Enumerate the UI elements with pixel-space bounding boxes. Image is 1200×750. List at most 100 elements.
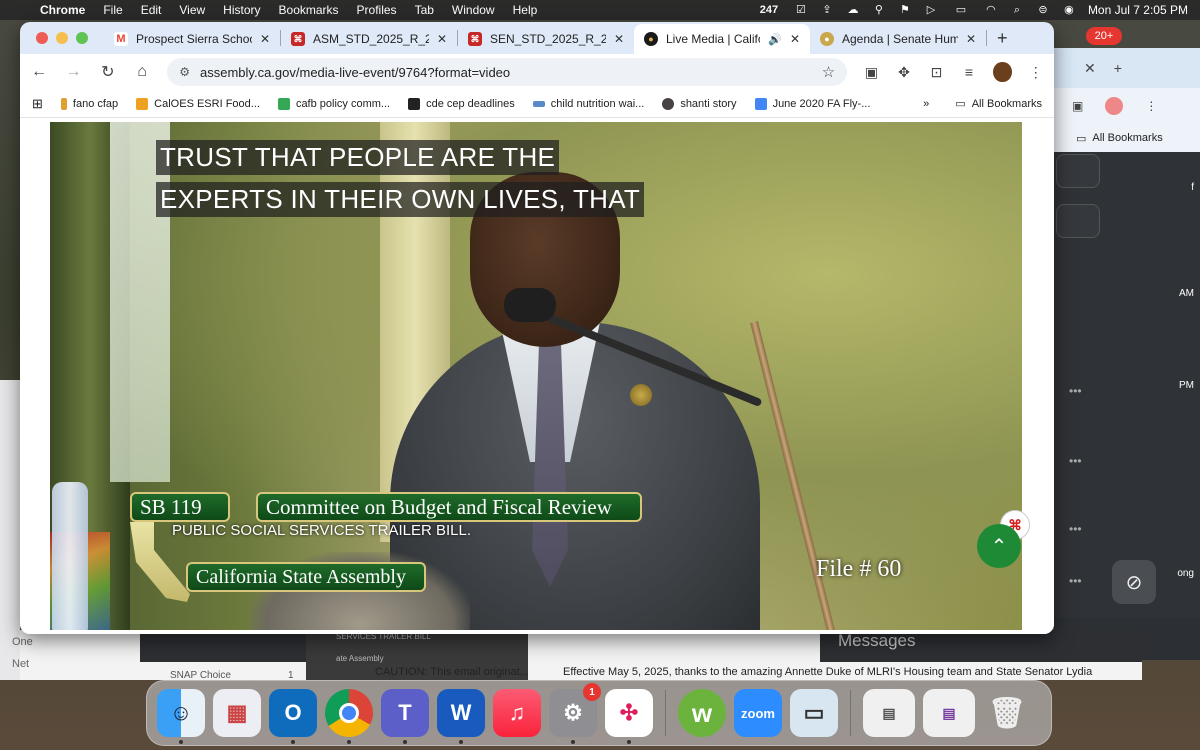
page-content: TRUST THAT PEOPLE ARE THE EXPERTS IN THE… [20, 118, 1054, 634]
bookmark-item[interactable]: cde cep deadlines [408, 97, 515, 110]
bg-dots-icon[interactable]: ••• [1069, 574, 1082, 588]
window-thumbnail-icon[interactable]: ▤ [923, 689, 975, 737]
scroll-to-top-button[interactable]: ⌃ [977, 524, 1021, 568]
zoom-icon[interactable]: zoom [734, 689, 782, 737]
tray-network-icon[interactable]: ⚲ [872, 4, 886, 16]
bg-badge-icon[interactable] [1105, 97, 1124, 115]
puzzle-extensions-icon[interactable]: ✥ [896, 64, 912, 81]
extension-icon[interactable]: ▣ [863, 64, 879, 81]
bg-lens-icon[interactable]: ▣ [1072, 99, 1083, 113]
bookmark-item[interactable]: shanti story [662, 97, 737, 110]
bookmark-star-icon[interactable]: ☆ [822, 63, 835, 81]
bg-all-bookmarks[interactable]: All Bookmarks [1092, 132, 1162, 144]
launchpad-icon[interactable]: ▦ [213, 689, 261, 737]
menu-history[interactable]: History [223, 3, 260, 17]
close-tab-icon[interactable]: ✕ [790, 32, 800, 46]
webex-icon[interactable]: w [678, 689, 726, 737]
menu-bookmarks[interactable]: Bookmarks [279, 3, 339, 17]
bg-dots-icon[interactable]: ••• [1069, 454, 1082, 468]
system-settings-icon[interactable]: ⚙ 1 [549, 683, 601, 744]
tray-location-icon[interactable]: ⚑ [898, 4, 912, 16]
tab-gmail[interactable]: M Prospect Sierra School in ✕ [104, 24, 280, 54]
reading-list-icon[interactable]: ≡ [961, 64, 977, 80]
menu-help[interactable]: Help [513, 3, 538, 17]
forward-icon[interactable]: → [64, 63, 82, 81]
slack-icon[interactable]: ✣ [605, 689, 653, 744]
close-tab-icon[interactable]: ✕ [437, 32, 447, 46]
bookmark-item[interactable]: fano cfap [60, 97, 118, 110]
bg-dots-icon[interactable]: ••• [1069, 384, 1082, 398]
sheets-plus-icon [277, 97, 290, 110]
minimize-window-button[interactable] [56, 32, 68, 44]
reload-icon[interactable]: ↻ [99, 62, 117, 82]
bookmark-item[interactable]: CalOES ESRI Food... [136, 97, 260, 110]
tray-checkbox-icon[interactable]: ☑ [794, 4, 808, 16]
close-tab-icon[interactable]: ✕ [966, 32, 976, 46]
bg-close-icon[interactable]: ✕ [1084, 60, 1096, 77]
tab-sen-pdf[interactable]: ⌘ SEN_STD_2025_R_2025 ✕ [458, 24, 634, 54]
close-tab-icon[interactable]: ✕ [260, 32, 270, 46]
profile-avatar[interactable] [993, 62, 1012, 82]
finder-icon[interactable]: ☺ [157, 689, 205, 744]
tray-share-icon[interactable]: ⇪ [820, 4, 834, 16]
preview-icon[interactable]: ▭ [790, 689, 838, 737]
zoom-window-button[interactable] [76, 32, 88, 44]
tray-play-icon[interactable]: ▷ [924, 4, 938, 16]
close-window-button[interactable] [36, 32, 48, 44]
address-bar[interactable]: ⚙ assembly.ca.gov/media-live-event/9764?… [167, 58, 848, 86]
menu-more-icon[interactable]: ⋮ [1028, 64, 1044, 81]
bg-email-preview-2[interactable]: Effective May 5, 2025, thanks to the ama… [563, 666, 1092, 678]
music-icon[interactable]: ♫ [493, 689, 541, 737]
window-thumbnail-icon[interactable]: ▤ [863, 689, 915, 737]
bookmark-item[interactable]: June 2020 FA Fly-... [754, 97, 870, 110]
teams-icon[interactable]: T [381, 689, 429, 744]
bookmark-item[interactable]: cafb policy comm... [277, 97, 390, 110]
more-bookmarks-button[interactable]: » [923, 98, 929, 110]
battery-icon[interactable]: ▭ [950, 4, 972, 16]
outlook-icon[interactable]: O [269, 689, 317, 744]
bg-more-icon[interactable]: ⋮ [1145, 99, 1157, 113]
menu-profiles[interactable]: Profiles [357, 3, 397, 17]
menu-window[interactable]: Window [452, 3, 495, 17]
bg-folder-icon: ▭ [1076, 132, 1087, 145]
wheat-icon [60, 97, 67, 110]
apps-grid-icon[interactable]: ⊞ [32, 96, 43, 112]
menu-file[interactable]: File [103, 3, 122, 17]
spotlight-search-icon[interactable]: ⌕ [1010, 4, 1024, 16]
menu-view[interactable]: View [179, 3, 205, 17]
bg-dots-icon[interactable]: ••• [1069, 522, 1082, 536]
site-info-icon[interactable]: ⚙ [179, 65, 190, 79]
url-text[interactable]: assembly.ca.gov/media-live-event/9764?fo… [200, 65, 812, 80]
speaker-icon[interactable]: 🔊 [768, 33, 782, 46]
tab-senate-agenda[interactable]: ● Agenda | Senate Human ✕ [810, 24, 986, 54]
tab-asm-pdf[interactable]: ⌘ ASM_STD_2025_R_2025 ✕ [281, 24, 457, 54]
back-icon[interactable]: ← [30, 63, 48, 81]
trash-icon[interactable]: 🗑 [983, 689, 1031, 737]
tray-247-icon[interactable]: 247 [756, 4, 782, 16]
close-tab-icon[interactable]: ✕ [614, 32, 624, 46]
app-menu[interactable]: Chrome [40, 3, 85, 17]
new-tab-button[interactable]: + [987, 28, 1018, 49]
menu-bar-clock[interactable]: Mon Jul 7 2:05 PM [1088, 3, 1188, 17]
home-icon[interactable]: ⌂ [133, 63, 151, 81]
tab-live-media[interactable]: ● Live Media | California 🔊 ✕ [634, 24, 810, 54]
pdf-icon: ⌘ [468, 32, 482, 46]
background-mail-window: One Net SERVICES TRAILER BILL ate Assemb… [12, 630, 1142, 681]
notification-badge[interactable]: 20+ [1086, 27, 1122, 45]
tray-cloud-icon[interactable]: ☁ [846, 4, 860, 16]
wifi-icon[interactable]: ◠ [984, 4, 998, 16]
siri-icon[interactable]: ◉ [1062, 4, 1076, 16]
video-player[interactable]: TRUST THAT PEOPLE ARE THE EXPERTS IN THE… [50, 122, 1022, 630]
chrome-icon[interactable] [325, 689, 373, 744]
water-bottle [52, 482, 88, 630]
bg-no-icon[interactable]: ⊘ [1112, 560, 1156, 604]
word-icon[interactable]: W [437, 689, 485, 744]
control-center-icon[interactable]: ⊜ [1036, 4, 1050, 16]
menu-tab[interactable]: Tab [415, 3, 434, 17]
bg-newtab-icon[interactable]: + [1114, 60, 1122, 76]
menu-edit[interactable]: Edit [141, 3, 162, 17]
bg-email-preview[interactable]: CAUTION: This email originat... [375, 666, 529, 678]
lens-icon[interactable]: ⊡ [928, 64, 944, 81]
all-bookmarks-button[interactable]: ▭ All Bookmarks [955, 97, 1042, 111]
bookmark-item[interactable]: child nutrition wai... [532, 98, 644, 110]
